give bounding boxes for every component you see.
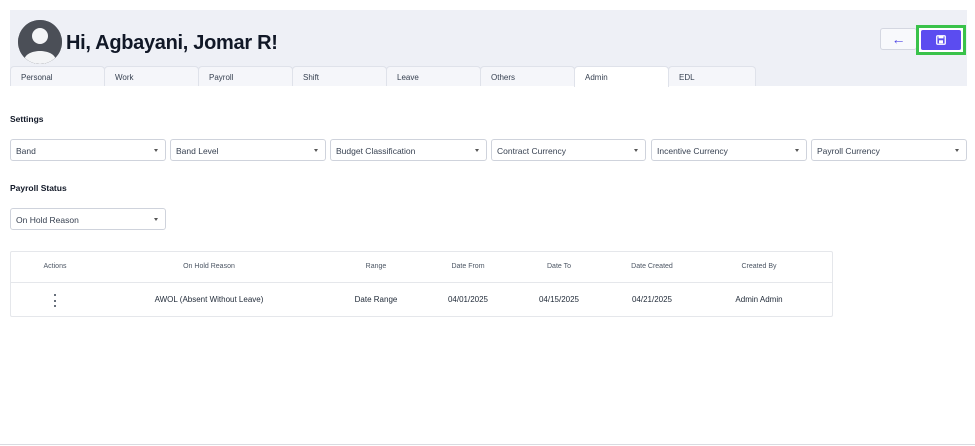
column-header-date-from: Date From (451, 263, 485, 270)
incentive-currency-select[interactable]: Incentive Currency (651, 139, 807, 161)
caret-down-icon (955, 149, 959, 152)
budget-classification-select[interactable]: Budget Classification (330, 139, 487, 161)
band-level-select[interactable]: Band Level (170, 139, 326, 161)
caret-down-icon (475, 149, 479, 152)
on-hold-reason-select[interactable]: On Hold Reason (10, 208, 166, 230)
save-button[interactable] (921, 30, 961, 50)
payroll-status-heading: Payroll Status (10, 183, 67, 193)
arrow-left-icon: ← (891, 31, 906, 47)
avatar (18, 20, 62, 64)
cell-range: Date Range (354, 295, 398, 304)
tab-others[interactable]: Others (480, 66, 575, 86)
column-header-actions: Actions (43, 263, 67, 270)
column-header-date-created: Date Created (631, 263, 673, 270)
band-select-label: Band (16, 146, 36, 156)
band-select[interactable]: Band (10, 139, 166, 161)
cell-created-by: Admin Admin (735, 295, 783, 304)
caret-down-icon (154, 218, 158, 221)
caret-down-icon (795, 149, 799, 152)
budget-classification-select-label: Budget Classification (336, 146, 416, 156)
incentive-currency-select-label: Incentive Currency (657, 146, 728, 156)
back-button[interactable]: ← (880, 28, 917, 50)
cell-date-to: 04/15/2025 (538, 295, 580, 304)
kebab-dot (54, 294, 56, 296)
payroll-currency-select[interactable]: Payroll Currency (811, 139, 967, 161)
cell-date-from: 04/01/2025 (447, 295, 489, 304)
kebab-dot (54, 299, 56, 302)
profile-tabs: Personal Work Payroll Shift Leave Others… (10, 66, 756, 87)
cell-date-created: 04/21/2025 (631, 295, 673, 304)
person-silhouette-icon (18, 20, 62, 64)
cell-on-hold-reason: AWOL (Absent Without Leave) (154, 295, 264, 304)
column-header-range: Range (365, 263, 387, 270)
save-button-highlight (916, 25, 966, 55)
tab-leave[interactable]: Leave (386, 66, 481, 86)
bottom-divider (0, 444, 975, 445)
row-actions-kebab-icon[interactable] (51, 294, 59, 307)
contract-currency-select[interactable]: Contract Currency (491, 139, 646, 161)
table-header: Actions On Hold Reason Range Date From D… (11, 252, 832, 283)
tab-shift[interactable]: Shift (292, 66, 387, 86)
band-level-select-label: Band Level (176, 146, 219, 156)
page-title: Hi, Agbayani, Jomar R! (66, 32, 278, 54)
caret-down-icon (154, 149, 158, 152)
on-hold-reason-select-label: On Hold Reason (16, 215, 79, 225)
floppy-disk-icon (936, 35, 946, 45)
tab-personal[interactable]: Personal (10, 66, 105, 86)
payroll-currency-select-label: Payroll Currency (817, 146, 880, 156)
tab-payroll[interactable]: Payroll (198, 66, 293, 86)
settings-heading: Settings (10, 114, 44, 124)
tab-edl[interactable]: EDL (668, 66, 756, 86)
column-header-created-by: Created By (741, 263, 777, 270)
caret-down-icon (634, 149, 638, 152)
tab-admin[interactable]: Admin (574, 66, 669, 87)
kebab-dot (54, 305, 56, 307)
employee-profile-page: Hi, Agbayani, Jomar R! ← Personal Work P… (0, 0, 975, 446)
tab-work[interactable]: Work (104, 66, 199, 86)
caret-down-icon (314, 149, 318, 152)
contract-currency-select-label: Contract Currency (497, 146, 566, 156)
column-header-date-to: Date To (547, 263, 571, 270)
column-header-on-hold-reason: On Hold Reason (183, 263, 235, 270)
on-hold-table: Actions On Hold Reason Range Date From D… (10, 251, 833, 317)
table-row: AWOL (Absent Without Leave) Date Range 0… (11, 283, 832, 317)
